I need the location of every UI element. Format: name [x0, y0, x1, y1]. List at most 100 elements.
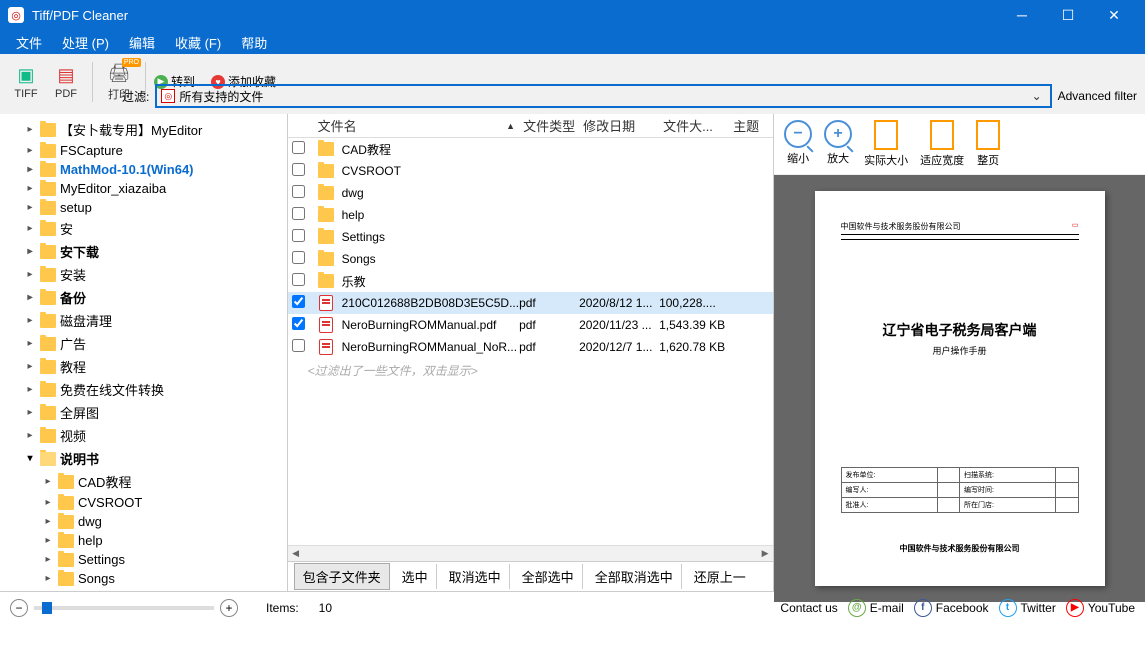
- folder-row[interactable]: Settings: [288, 226, 773, 248]
- folder-row[interactable]: dwg: [288, 182, 773, 204]
- tree-item[interactable]: Songs: [0, 569, 287, 588]
- expand-icon[interactable]: [24, 124, 36, 135]
- tree-item[interactable]: setup: [0, 198, 287, 217]
- row-checkbox[interactable]: [292, 339, 305, 352]
- close-button[interactable]: ✕: [1091, 0, 1137, 30]
- col-type[interactable]: 文件类型: [523, 116, 583, 135]
- horizontal-scrollbar[interactable]: ◀ ▶: [288, 545, 773, 561]
- maximize-button[interactable]: ☐: [1045, 0, 1091, 30]
- folder-row[interactable]: CVSROOT: [288, 160, 773, 182]
- expand-icon[interactable]: [42, 554, 54, 565]
- actualsize-button[interactable]: 实际大小: [864, 120, 908, 168]
- row-checkbox[interactable]: [292, 251, 305, 264]
- print-button[interactable]: 🖨 打印: [101, 60, 137, 104]
- expand-icon[interactable]: [24, 361, 36, 372]
- row-checkbox[interactable]: [292, 163, 305, 176]
- filter-note[interactable]: <过滤出了一些文件，双击显示>: [288, 358, 773, 383]
- tree-item[interactable]: Settings: [0, 550, 287, 569]
- tree-item[interactable]: 磁盘清理: [0, 309, 287, 332]
- tree-item[interactable]: FSCapture: [0, 141, 287, 160]
- select-button[interactable]: 选中: [394, 564, 437, 589]
- folder-tree[interactable]: 【安卜载专用】MyEditorFSCaptureMathMod-10.1(Win…: [0, 114, 288, 591]
- tree-item[interactable]: dwg: [0, 512, 287, 531]
- col-size[interactable]: 文件大...: [663, 116, 733, 135]
- filter-select[interactable]: ◎ 所有支持的文件 ⌄: [155, 84, 1051, 108]
- expand-icon[interactable]: [24, 292, 36, 303]
- tree-item[interactable]: 广告: [0, 332, 287, 355]
- deselect-button[interactable]: 取消选中: [441, 564, 510, 589]
- tree-item[interactable]: 说明书: [0, 447, 287, 470]
- tree-item[interactable]: 全屏图: [0, 401, 287, 424]
- tree-item[interactable]: MyEditor_xiazaiba: [0, 179, 287, 198]
- pdf-button[interactable]: ▤ PDF: [48, 62, 84, 102]
- folder-row[interactable]: 乐教: [288, 270, 773, 292]
- row-checkbox[interactable]: [292, 229, 305, 242]
- tiff-button[interactable]: ▣ TIFF: [8, 62, 44, 102]
- menu-process[interactable]: 处理 (P): [54, 31, 117, 54]
- twitter-link[interactable]: t Twitter: [999, 599, 1056, 617]
- tree-item[interactable]: 安下载: [0, 240, 287, 263]
- email-link[interactable]: @ E-mail: [848, 599, 904, 617]
- expand-icon[interactable]: [24, 338, 36, 349]
- tree-item[interactable]: CVSROOT: [0, 493, 287, 512]
- tree-item[interactable]: CAD教程: [0, 470, 287, 493]
- row-checkbox[interactable]: [292, 273, 305, 286]
- tree-item[interactable]: 【安卜载专用】MyEditor: [0, 118, 287, 141]
- deselectall-button[interactable]: 全部取消选中: [587, 564, 682, 589]
- scroll-right-icon[interactable]: ▶: [757, 546, 773, 561]
- expand-icon[interactable]: [24, 384, 36, 395]
- file-row[interactable]: 210C012688B2DB08D3E5C5D...pdf2020/8/12 1…: [288, 292, 773, 314]
- expand-icon[interactable]: [24, 164, 36, 175]
- minimize-button[interactable]: ─: [999, 0, 1045, 30]
- zoomout-button[interactable]: − 缩小: [784, 120, 812, 168]
- facebook-link[interactable]: f Facebook: [914, 599, 989, 617]
- expand-icon[interactable]: [42, 573, 54, 584]
- menu-edit[interactable]: 编辑: [121, 31, 163, 54]
- col-subject[interactable]: 主题: [733, 116, 773, 135]
- expand-icon[interactable]: [42, 516, 54, 527]
- subfolders-toggle[interactable]: 包含子文件夹: [294, 563, 390, 590]
- expand-icon[interactable]: [42, 497, 54, 508]
- expand-icon[interactable]: [24, 315, 36, 326]
- tree-item[interactable]: 安: [0, 217, 287, 240]
- row-checkbox[interactable]: [292, 317, 305, 330]
- menu-favorites[interactable]: 收藏 (F): [167, 31, 229, 54]
- expand-icon[interactable]: [42, 535, 54, 546]
- file-list[interactable]: CAD教程CVSROOTdwghelpSettingsSongs乐教210C01…: [288, 138, 773, 545]
- expand-icon[interactable]: [24, 430, 36, 441]
- expand-icon[interactable]: [24, 145, 36, 156]
- row-checkbox[interactable]: [292, 207, 305, 220]
- folder-row[interactable]: Songs: [288, 248, 773, 270]
- advanced-filter-link[interactable]: Advanced filter: [1058, 89, 1137, 103]
- col-name[interactable]: 文件名▲: [312, 116, 523, 135]
- row-checkbox[interactable]: [292, 295, 305, 308]
- zoom-in-status[interactable]: +: [220, 599, 238, 617]
- tree-item[interactable]: 安装: [0, 263, 287, 286]
- zoom-slider[interactable]: [34, 606, 214, 610]
- expand-icon[interactable]: [24, 269, 36, 280]
- fitwidth-button[interactable]: 适应宽度: [920, 120, 964, 168]
- folder-row[interactable]: CAD教程: [288, 138, 773, 160]
- expand-icon[interactable]: [42, 476, 54, 487]
- zoomin-button[interactable]: + 放大: [824, 120, 852, 168]
- file-row[interactable]: NeroBurningROMManual.pdfpdf2020/11/23 ..…: [288, 314, 773, 336]
- row-checkbox[interactable]: [292, 185, 305, 198]
- expand-icon[interactable]: [24, 246, 36, 257]
- expand-icon[interactable]: [24, 202, 36, 213]
- contact-link[interactable]: Contact us: [780, 601, 837, 615]
- tree-item[interactable]: 免费在线文件转换: [0, 378, 287, 401]
- row-checkbox[interactable]: [292, 141, 305, 154]
- file-row[interactable]: NeroBurningROMManual_NoR...pdf2020/12/7 …: [288, 336, 773, 358]
- tree-item[interactable]: 教程: [0, 355, 287, 378]
- selectall-button[interactable]: 全部选中: [514, 564, 583, 589]
- zoom-out-status[interactable]: −: [10, 599, 28, 617]
- expand-icon[interactable]: [24, 183, 36, 194]
- youtube-link[interactable]: ▶ YouTube: [1066, 599, 1135, 617]
- expand-icon[interactable]: [24, 407, 36, 418]
- scroll-left-icon[interactable]: ◀: [288, 546, 304, 561]
- menu-file[interactable]: 文件: [8, 31, 50, 54]
- menu-help[interactable]: 帮助: [233, 31, 275, 54]
- expand-icon[interactable]: [24, 453, 36, 464]
- col-date[interactable]: 修改日期: [583, 116, 663, 135]
- tree-item[interactable]: 视频: [0, 424, 287, 447]
